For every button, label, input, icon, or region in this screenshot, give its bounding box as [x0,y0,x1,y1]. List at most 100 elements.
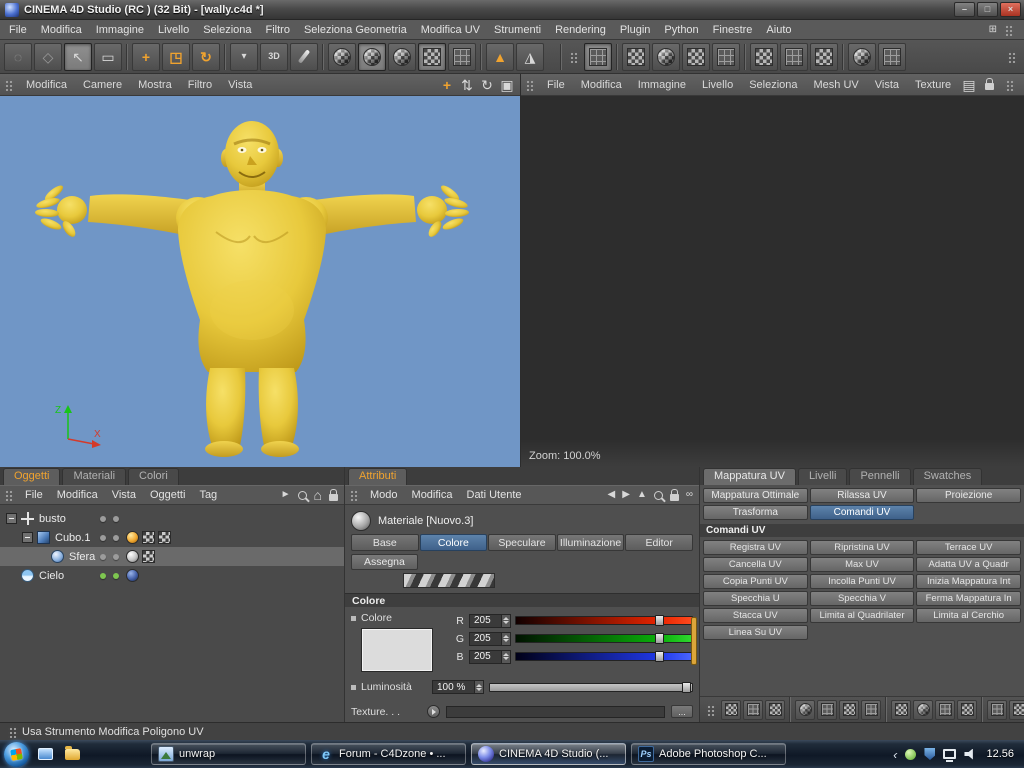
uv-menu-item[interactable]: Immagine [630,75,694,95]
luminosity-input[interactable]: 100 % [432,680,484,694]
stepper-down-icon[interactable] [503,657,509,660]
object-menu-item[interactable]: Tag [192,485,224,505]
channel-tab[interactable]: Speculare [488,534,556,551]
slider-handle[interactable] [655,615,664,626]
statusbar-grip[interactable] [8,726,18,738]
material-tag[interactable] [126,569,139,582]
texture-popup-button[interactable] [427,705,440,718]
uv-command-button[interactable]: Terrace UV [916,540,1021,555]
stepper-up-icon[interactable] [503,635,509,638]
stepper[interactable] [501,633,510,645]
uv-editor-tool-icon[interactable] [878,43,906,71]
lock-icon[interactable] [329,494,338,501]
taskbar-button-browser[interactable]: e Forum - C4Dzone • ... [311,743,466,765]
3d-paint-icon[interactable]: 3D [260,43,288,71]
uv-command-button[interactable]: Limita al Cerchio [916,608,1021,623]
attribute-menu-item[interactable]: Modifica [405,485,460,505]
collapse-toggle[interactable] [6,513,17,524]
red-slider[interactable] [515,616,693,625]
pin-triangle-icon[interactable]: ▲ [486,43,514,71]
sky-object-icon[interactable] [21,569,34,582]
uv-viewport-grip[interactable] [525,79,535,91]
status-green-icon[interactable] [905,749,916,760]
tree-item-sfera[interactable]: Sfera [0,547,344,566]
uv-command-button[interactable]: Registra UV [703,540,808,555]
menu-item[interactable]: Seleziona Geometria [297,20,414,40]
menu-item[interactable]: Immagine [89,20,151,40]
network-icon[interactable] [943,749,956,759]
uv-command-button[interactable]: Linea Su UV [703,625,808,640]
channel-tab[interactable]: Colore [420,534,488,551]
menu-item[interactable]: Filtro [259,20,297,40]
tab-colori[interactable]: Colori [128,468,179,485]
uv-toolbar-grip[interactable] [569,51,579,63]
back-icon[interactable]: ◀ [608,490,616,500]
uv-menu-item[interactable]: Livello [694,75,741,95]
uvw-tag[interactable] [142,550,155,563]
lock-icon[interactable] [670,494,679,501]
tree-item-label[interactable]: Cubo.1 [55,532,90,544]
material-tag[interactable] [126,550,139,563]
up-icon[interactable]: ▲ [637,490,647,500]
uv-strip-icon[interactable] [743,700,763,720]
object-menu-item[interactable]: Vista [105,485,143,505]
show-hidden-icons-chevron[interactable]: ‹ [893,748,897,761]
uv-menu-item[interactable]: Seleziona [741,75,805,95]
zoom-view-icon[interactable]: ⇅ [459,77,475,93]
menu-item[interactable]: Modifica UV [414,20,487,40]
security-shield-icon[interactable] [924,748,935,760]
uv-menu-item[interactable]: Mesh UV [806,75,867,95]
uv-strip-icon[interactable] [765,700,785,720]
menu-item[interactable]: Python [657,20,705,40]
forward-icon[interactable]: ▶ [622,490,630,500]
uv-command-button[interactable]: Adatta UV a Quadr [916,557,1021,572]
uv-strip-icon[interactable] [839,700,859,720]
stepper-down-icon[interactable] [503,639,509,642]
quick-launch-icon[interactable] [34,743,56,765]
scrollbar-thumb[interactable] [691,617,697,665]
menu-item[interactable]: Strumenti [487,20,548,40]
quick-launch-icon[interactable] [61,743,83,765]
slider-handle[interactable] [655,633,664,644]
color-swatch[interactable] [361,628,433,672]
material-tag[interactable] [126,531,139,544]
menu-item[interactable]: Plugin [613,20,658,40]
uv-command-button[interactable]: Incolla Punti UV [810,574,915,589]
menu-item[interactable]: Modifica [34,20,89,40]
uv-strip-icon[interactable] [957,700,977,720]
uvw-tag[interactable] [142,531,155,544]
assign-button[interactable]: Assegna [351,554,418,570]
freehand-selection-icon[interactable]: ◌ [4,43,32,71]
channel-tab[interactable]: Illuminazione [557,534,625,551]
link-icon[interactable]: ∞ [686,490,693,500]
menu-item[interactable]: Livello [151,20,196,40]
filter-play-icon[interactable]: ► [281,490,291,500]
viewport-menu-item[interactable]: Filtro [180,75,220,95]
visibility-dot[interactable] [100,535,106,541]
home-icon[interactable]: ⌂ [314,488,322,502]
visibility-dot[interactable] [113,573,119,579]
stepper-up-icon[interactable] [476,684,482,687]
layout-widget-icon[interactable]: ⊞ [989,25,997,35]
blue-slider[interactable] [515,652,693,661]
uv-strip-icon[interactable] [935,700,955,720]
red-value-input[interactable]: 205 [469,614,511,628]
uv-editor-tool-icon[interactable] [848,43,876,71]
toolbar-end-grip[interactable] [1007,51,1017,63]
slider-handle[interactable] [655,651,664,662]
texture-path-field[interactable] [446,706,665,718]
uv-strip-icon[interactable] [795,700,815,720]
uv-editor-tool-icon[interactable] [622,43,650,71]
uv-menu-item[interactable]: File [539,75,573,95]
tab-attributi[interactable]: Attributi [348,468,407,485]
uv-editor-tool-icon[interactable] [750,43,778,71]
scale-tool-icon[interactable]: ◳ [162,43,190,71]
uv-strip-icon[interactable] [817,700,837,720]
uv-editor-tool-icon[interactable] [810,43,838,71]
uv-polygon-mode-icon[interactable] [358,43,386,71]
uv-strip-icon[interactable] [721,700,741,720]
uv-mode-button[interactable]: Trasforma [703,505,808,520]
paint-brush-icon[interactable] [290,43,318,71]
viewport-menu-item[interactable]: Modifica [18,75,75,95]
tree-item-label[interactable]: Cielo [39,570,64,582]
